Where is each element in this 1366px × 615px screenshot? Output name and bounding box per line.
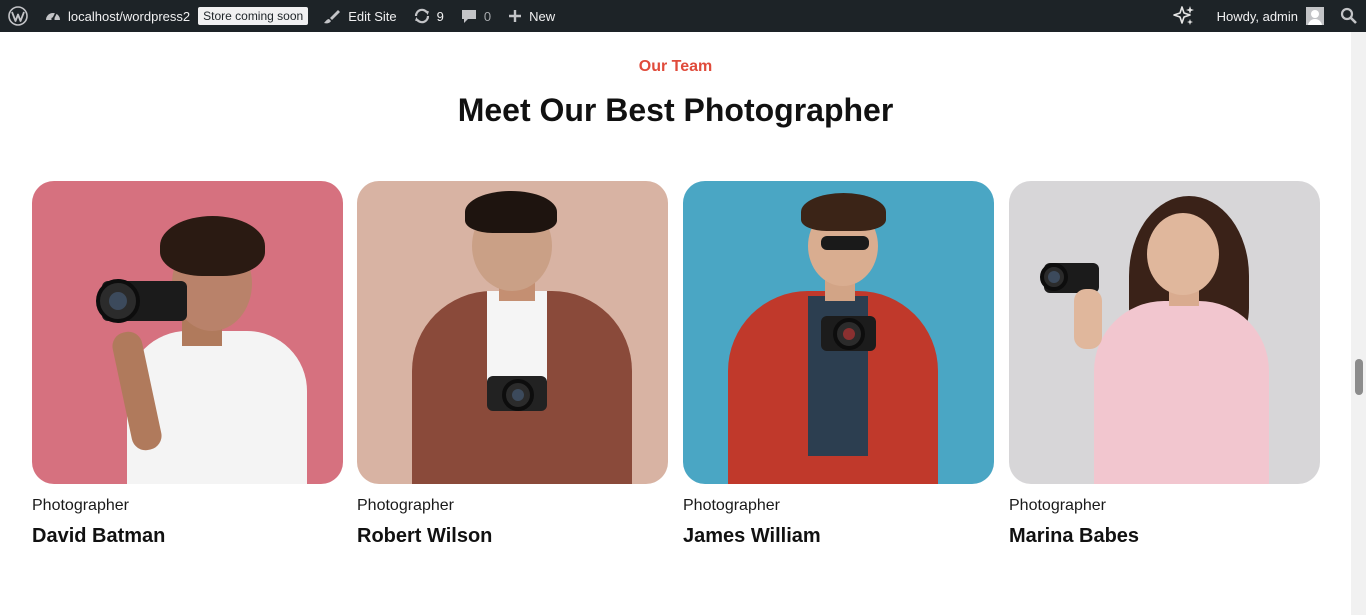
camera-icon — [487, 376, 547, 411]
wordpress-icon — [8, 6, 28, 26]
updates-count: 9 — [436, 8, 444, 24]
team-section: Our Team Meet Our Best Photographer Phot… — [0, 32, 1351, 615]
updates-refresh-icon — [414, 8, 429, 24]
member-role: Photographer — [357, 497, 454, 514]
member-name[interactable]: James William — [683, 525, 994, 548]
edit-site-label: Edit Site — [348, 8, 397, 24]
admin-bar: localhost/wordpress2 Store coming soon E… — [0, 0, 1366, 32]
comment-bubble-icon — [461, 10, 476, 23]
team-member-photo — [357, 181, 668, 484]
plus-icon — [509, 10, 522, 22]
store-badge-label: Store coming soon — [198, 7, 309, 25]
photographer-figure — [32, 181, 343, 484]
wordpress-logo-button[interactable] — [0, 0, 36, 32]
comments-link[interactable]: 0 — [452, 0, 499, 32]
admin-search-button[interactable] — [1332, 0, 1366, 32]
camera-icon — [821, 316, 876, 351]
ai-sparkle-button[interactable] — [1165, 0, 1209, 32]
team-card[interactable]: Photographer Robert Wilson — [357, 181, 668, 548]
section-heading: Meet Our Best Photographer — [457, 92, 894, 128]
team-card[interactable]: Photographer Marina Babes — [1009, 181, 1320, 548]
sparkle-icon — [1172, 6, 1194, 25]
member-name[interactable]: Marina Babes — [1009, 525, 1320, 548]
photographer-figure — [683, 181, 994, 484]
team-member-photo — [683, 181, 994, 484]
page-scrollbar[interactable] — [1351, 32, 1366, 615]
section-eyebrow: Our Team — [638, 58, 713, 75]
photographer-figure — [357, 181, 668, 484]
member-name[interactable]: David Batman — [32, 525, 343, 548]
member-role: Photographer — [1009, 497, 1106, 514]
member-role: Photographer — [32, 497, 129, 514]
site-name-label: localhost/wordpress2 — [68, 8, 191, 24]
store-coming-soon-badge[interactable]: Store coming soon — [198, 0, 314, 32]
new-content-link[interactable]: New — [499, 0, 563, 32]
my-account-menu[interactable]: Howdy, admin — [1209, 0, 1332, 32]
site-name-link[interactable]: localhost/wordpress2 — [36, 0, 198, 32]
member-name[interactable]: Robert Wilson — [357, 525, 668, 548]
greeting-label: Howdy, admin — [1216, 8, 1298, 24]
team-member-photo — [1009, 181, 1320, 484]
camera-icon — [96, 279, 187, 323]
updates-link[interactable]: 9 — [405, 0, 452, 32]
photographer-figure — [1009, 181, 1320, 484]
comments-count: 0 — [483, 8, 492, 24]
scrollbar-thumb[interactable] — [1355, 359, 1363, 395]
avatar — [1306, 7, 1324, 25]
new-label: New — [529, 8, 556, 24]
brush-icon — [324, 10, 341, 24]
member-role: Photographer — [683, 497, 780, 514]
dashboard-gauge-icon — [46, 12, 60, 21]
team-card[interactable]: Photographer James William — [683, 181, 994, 548]
team-member-photo — [32, 181, 343, 484]
edit-site-link[interactable]: Edit Site — [314, 0, 404, 32]
team-card[interactable]: Photographer David Batman — [32, 181, 343, 548]
search-icon — [1340, 7, 1357, 24]
